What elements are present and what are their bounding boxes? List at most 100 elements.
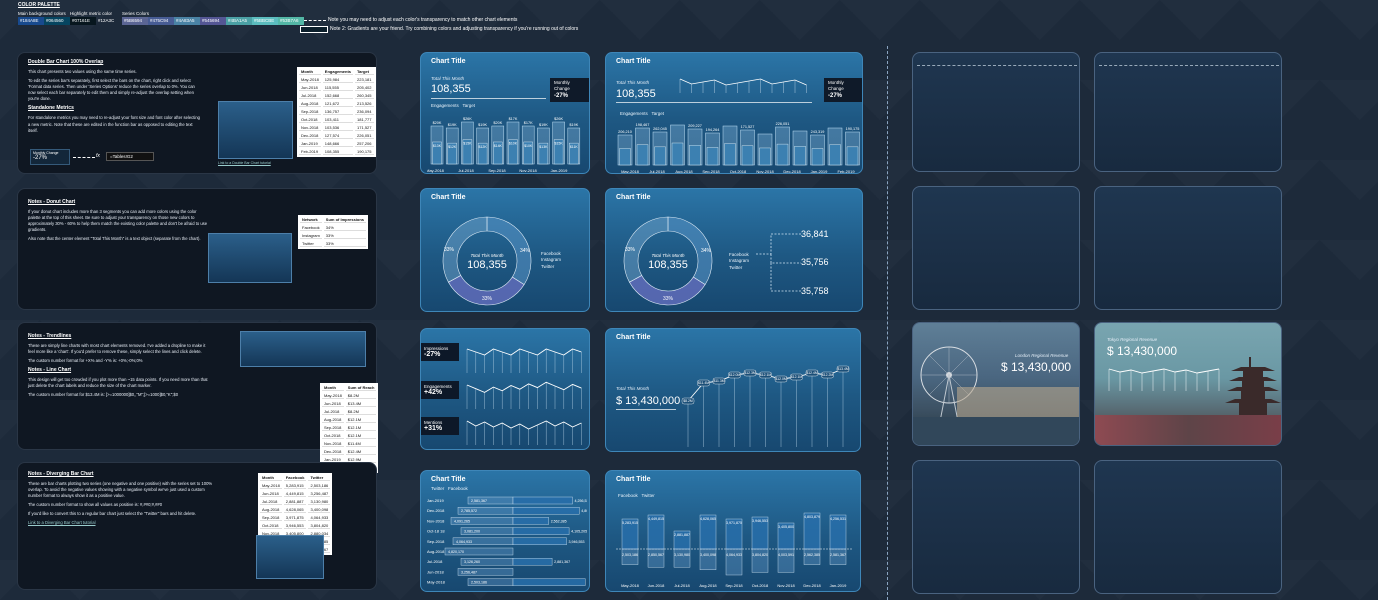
card-donut-callouts[interactable]: Chart Title 34% 33% 33% Total This Month 108… xyxy=(605,188,863,312)
line-thumbnail[interactable] xyxy=(240,331,366,367)
table-cell[interactable]: 2,503,186 xyxy=(308,483,331,489)
card-double-bar-wide[interactable]: Chart Title Total This Month 108,355 Mon… xyxy=(605,52,863,174)
table-cell[interactable]: $12.1M xyxy=(345,417,377,423)
card-stacked-bar[interactable]: Chart Title Facebook Twitter 5,283,915 2,… xyxy=(605,470,861,592)
table-cell[interactable]: 3,946,553 xyxy=(283,523,307,529)
table-row[interactable]: May-2018 125,984 223,181 xyxy=(299,77,374,83)
table-cell[interactable]: Aug-2018 xyxy=(260,507,282,513)
table-cell[interactable]: 2,881,887 xyxy=(283,499,307,505)
london-revenue-card[interactable]: London Regional Revenue $ 13,430,000 xyxy=(912,322,1080,446)
table-cell[interactable]: Jul-2018 xyxy=(299,93,321,99)
table-cell[interactable]: 190,175 xyxy=(355,149,374,155)
color-swatch[interactable]: #07161E xyxy=(70,17,96,25)
highlight-swatch[interactable] xyxy=(300,26,328,33)
table-cell[interactable]: Twitter xyxy=(300,241,322,247)
table-row[interactable]: Oct-2018 103,411 181,777 xyxy=(299,117,374,123)
empty-card-template[interactable] xyxy=(912,460,1080,594)
table-cell[interactable]: Oct-2018 xyxy=(299,117,321,123)
table-row[interactable]: Twitter 33% xyxy=(300,241,367,247)
table-cell[interactable]: 181,777 xyxy=(355,117,374,123)
card-donut[interactable]: Chart Title 34% 33% 33% Total This Month 108… xyxy=(420,188,590,312)
table-cell[interactable]: 33% xyxy=(323,233,367,239)
table-cell[interactable]: $8.2M xyxy=(345,393,377,399)
table-cell[interactable]: 171,527 xyxy=(355,125,374,131)
table-row[interactable]: May-2018 5,283,915 2,503,186 xyxy=(260,483,331,489)
table-row[interactable]: Aug-2018 121,672 213,526 xyxy=(299,101,374,107)
table-row[interactable]: Feb-2019 108,355 190,175 xyxy=(299,149,374,155)
table-cell[interactable]: 152,668 xyxy=(322,93,354,99)
table-cell[interactable]: 4,064,933 xyxy=(308,515,331,521)
table-row[interactable]: Jul-2018 152,668 260,345 xyxy=(299,93,374,99)
table-cell[interactable]: 33% xyxy=(323,241,367,247)
table-cell[interactable]: $12.1M xyxy=(345,433,377,439)
table-cell[interactable]: 3,130,980 xyxy=(308,499,331,505)
table-row[interactable]: May-2018 $8.2M xyxy=(322,393,377,399)
table-cell[interactable]: Jan-2019 xyxy=(299,141,321,147)
table-cell[interactable]: Oct-2018 xyxy=(260,523,282,529)
table-cell[interactable]: 223,181 xyxy=(355,77,374,83)
table-row[interactable]: Oct-2018 $12.1M xyxy=(322,433,377,439)
table-row[interactable]: Sep-2018 136,757 236,094 xyxy=(299,109,374,115)
color-swatch[interactable]: #5BBCBE xyxy=(252,17,278,25)
table-row[interactable]: Jan-2019 148,666 257,206 xyxy=(299,141,374,147)
table-cell[interactable]: Instagram xyxy=(300,233,322,239)
table-cell[interactable]: Sep-2018 xyxy=(322,425,344,431)
color-swatch[interactable]: #12A3C xyxy=(96,17,122,25)
color-swatch[interactable]: #475C94 xyxy=(148,17,174,25)
table-cell[interactable]: Dec-2018 xyxy=(322,449,344,455)
table-cell[interactable]: 226,051 xyxy=(355,133,374,139)
tutorial-link[interactable]: Link to a Diverging Bar Chart tutorial xyxy=(28,520,218,526)
color-swatch[interactable]: #4BA1A5 xyxy=(226,17,252,25)
table-row[interactable]: Aug-2018 4,628,065 3,400,098 xyxy=(260,507,331,513)
table-cell[interactable]: 5,283,915 xyxy=(283,483,307,489)
table-row[interactable]: Jul-2018 $8.2M xyxy=(322,409,377,415)
tokyo-revenue-card[interactable]: Tokyo Regional Revenue $ 13,430,000 xyxy=(1094,322,1282,446)
table-row[interactable]: Jul-2018 2,881,887 3,130,980 xyxy=(260,499,331,505)
table-cell[interactable]: May-2018 xyxy=(299,77,321,83)
tutorial-link[interactable]: Link to a Double Bar Chart tutorial xyxy=(218,161,271,165)
table-cell[interactable]: 3,971,875 xyxy=(283,515,307,521)
table-cell[interactable]: Facebook xyxy=(300,225,322,231)
table-cell[interactable]: 3,400,098 xyxy=(308,507,331,513)
table-cell[interactable]: 4,628,065 xyxy=(283,507,307,513)
table-cell[interactable]: 4,449,815 xyxy=(283,491,307,497)
table-cell[interactable]: Jun-2018 xyxy=(299,85,321,91)
table-cell[interactable]: 257,206 xyxy=(355,141,374,147)
color-swatch[interactable]: #53B7A6 xyxy=(278,17,304,25)
table-row[interactable]: Sep-2018 $12.1M xyxy=(322,425,377,431)
table-cell[interactable]: 127,574 xyxy=(322,133,354,139)
table-cell[interactable]: 136,757 xyxy=(322,109,354,115)
double-bar-thumbnail[interactable] xyxy=(218,101,293,159)
empty-card-template[interactable] xyxy=(1094,52,1282,172)
table-cell[interactable]: 34% xyxy=(323,225,367,231)
empty-card-template[interactable] xyxy=(912,186,1080,310)
table-cell[interactable]: 260,345 xyxy=(355,93,374,99)
table-cell[interactable]: 103,536 xyxy=(322,125,354,131)
color-swatch[interactable]: #545694 xyxy=(200,17,226,25)
table-cell[interactable]: 103,411 xyxy=(322,117,354,123)
table-cell[interactable]: Nov-2018 xyxy=(322,441,344,447)
table-row[interactable]: Aug-2018 $12.1M xyxy=(322,417,377,423)
table-cell[interactable]: 125,984 xyxy=(322,77,354,83)
table-cell[interactable]: Aug-2018 xyxy=(299,101,321,107)
table-cell[interactable]: $13.4M xyxy=(345,401,377,407)
table-cell[interactable]: Jul-2018 xyxy=(260,499,282,505)
table-row[interactable]: Jun-2018 115,555 205,402 xyxy=(299,85,374,91)
table-cell[interactable]: Oct-2018 xyxy=(322,433,344,439)
table-cell[interactable]: 121,672 xyxy=(322,101,354,107)
table-row[interactable]: Jun-2018 4,449,815 3,256,487 xyxy=(260,491,331,497)
table-row[interactable]: Nov-2018 103,536 171,527 xyxy=(299,125,374,131)
table-cell[interactable]: Feb-2019 xyxy=(299,149,321,155)
table-cell[interactable]: $12.1M xyxy=(345,425,377,431)
table-cell[interactable]: May-2018 xyxy=(322,393,344,399)
table-cell[interactable]: Jun-2018 xyxy=(260,491,282,497)
table-row[interactable]: Jun-2018 $13.4M xyxy=(322,401,377,407)
color-swatch[interactable]: #4A83A5 xyxy=(174,17,200,25)
card-diverging-bar[interactable]: Chart Title Twitter Facebook Jan-2019 2,5… xyxy=(420,470,590,592)
table-cell[interactable]: $8.2M xyxy=(345,409,377,415)
table-cell[interactable]: Sep-2018 xyxy=(299,109,321,115)
table-row[interactable]: Facebook 34% xyxy=(300,225,367,231)
donut-thumbnail[interactable] xyxy=(208,233,292,283)
table-cell[interactable]: Aug-2018 xyxy=(322,417,344,423)
table-row[interactable]: Oct-2018 3,946,553 3,804,820 xyxy=(260,523,331,529)
